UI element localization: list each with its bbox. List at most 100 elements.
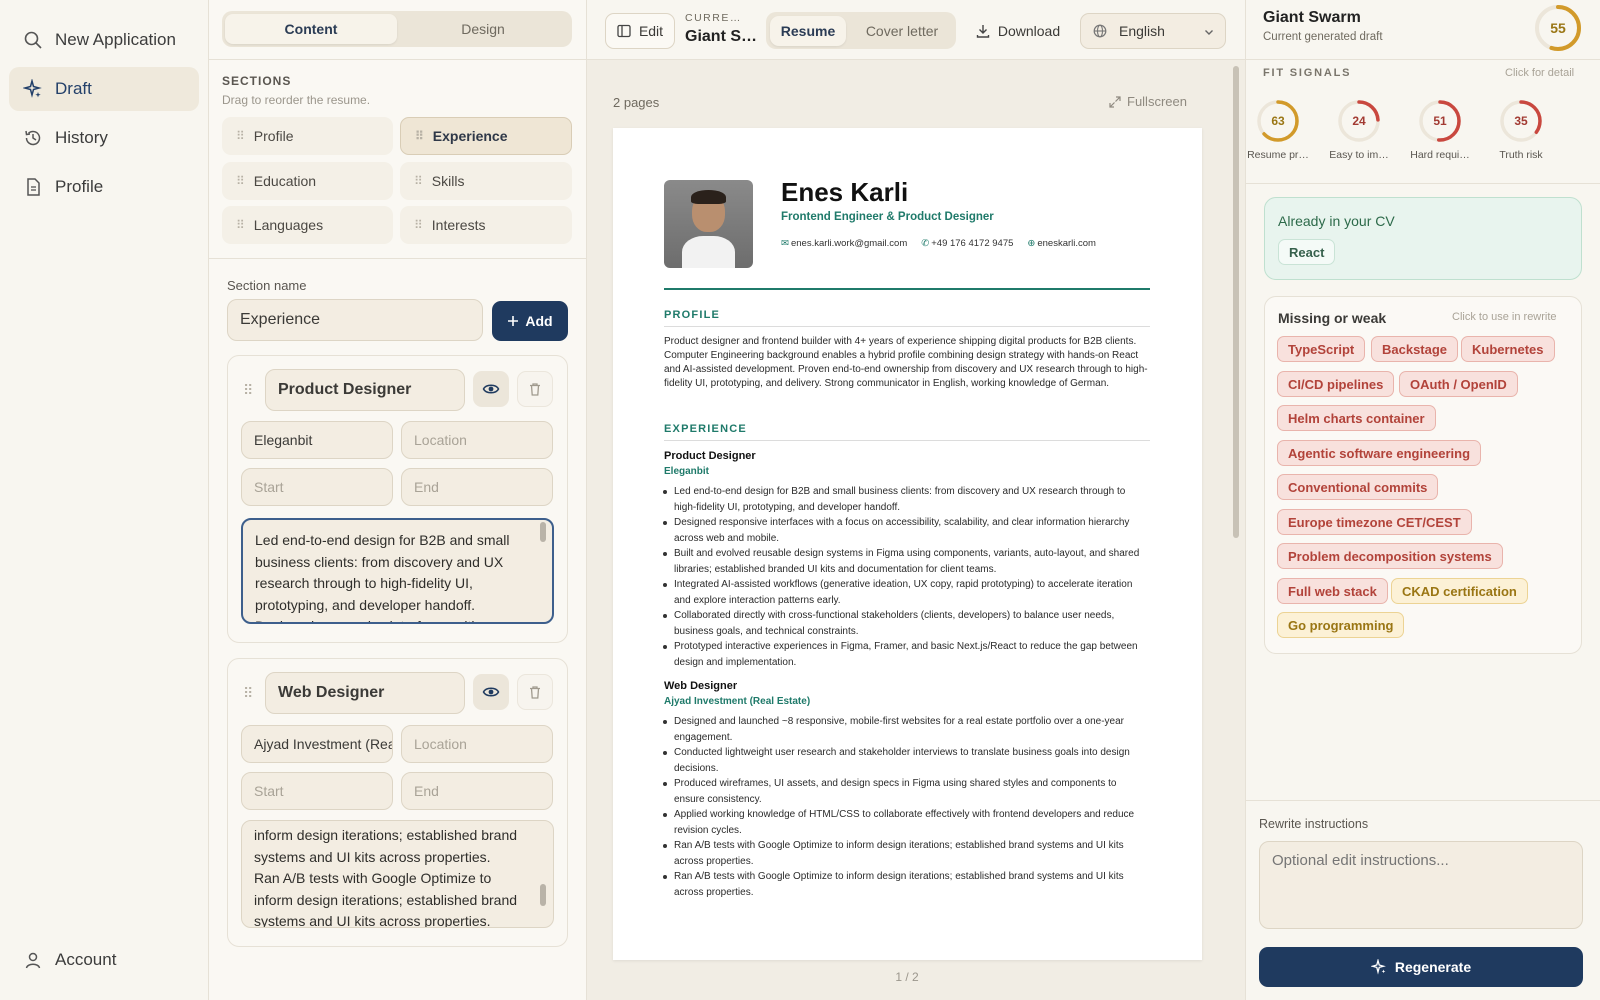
resume-bullet: Prototyped interactive experiences in Fi…	[662, 639, 1140, 670]
end-date-input[interactable]: End	[401, 468, 553, 506]
sidebar-item-account[interactable]: Account	[9, 938, 199, 982]
skill-tag-react[interactable]: React	[1278, 239, 1336, 265]
regenerate-button[interactable]: Regenerate	[1259, 947, 1583, 987]
phone-icon: ✆	[921, 238, 930, 249]
missing-skill-tag[interactable]: Problem decomposition systems	[1277, 543, 1503, 569]
weak-skill-tag[interactable]: Go programming	[1277, 612, 1405, 638]
tab-content[interactable]: Content	[225, 14, 397, 44]
sidebar-item-draft[interactable]: Draft	[9, 67, 199, 111]
missing-skill-tag[interactable]: Kubernetes	[1461, 336, 1555, 362]
sidebar-item-new-application[interactable]: New Application	[9, 18, 199, 62]
visibility-toggle[interactable]	[473, 674, 509, 710]
company-input[interactable]: Eleganbit	[241, 421, 393, 459]
missing-skill-tag[interactable]: CI/CD pipelines	[1277, 371, 1395, 397]
delete-entry-button[interactable]	[517, 371, 553, 407]
add-entry-label: Add	[525, 313, 553, 329]
profile-photo	[664, 180, 753, 268]
edit-button[interactable]: Edit	[605, 13, 675, 49]
fit-signal-value: 24	[1352, 114, 1366, 128]
missing-skill-tag[interactable]: Agentic software engineering	[1277, 440, 1482, 466]
location-input[interactable]: Location	[401, 725, 553, 763]
missing-skill-tag[interactable]: OAuth / OpenID	[1399, 371, 1518, 397]
drag-handle-icon[interactable]: ⠿	[414, 218, 423, 232]
fit-signal-ring[interactable]: 51	[1417, 98, 1463, 144]
section-chip-languages[interactable]: ⠿ Languages	[222, 206, 393, 244]
tab-cover-letter[interactable]: Cover letter	[852, 16, 952, 46]
resume-job-role: Product Designer	[664, 450, 756, 462]
start-date-input[interactable]: Start	[241, 772, 393, 810]
chevron-down-icon	[1205, 30, 1213, 35]
tab-resume[interactable]: Resume	[770, 16, 846, 46]
globe-icon	[1093, 24, 1107, 38]
overall-score-ring[interactable]: 55	[1533, 3, 1583, 53]
description-textarea[interactable]: inform design iterations; established br…	[241, 820, 554, 928]
sidebar-item-label: History	[55, 128, 108, 147]
fullscreen-label: Fullscreen	[1127, 94, 1187, 109]
preview-scrollbar[interactable]	[1233, 66, 1239, 538]
download-button[interactable]: Download	[968, 13, 1068, 49]
fit-signal-ring[interactable]: 63	[1255, 98, 1301, 144]
section-chip-label: Education	[253, 173, 317, 189]
fit-signal-label: Truth risk	[1499, 149, 1543, 161]
location-input[interactable]: Location	[401, 421, 553, 459]
regenerate-label: Regenerate	[1394, 959, 1472, 975]
start-date-input[interactable]: Start	[241, 468, 393, 506]
drag-handle-icon[interactable]: ⠿	[415, 129, 424, 143]
missing-skill-tag[interactable]: Helm charts container	[1277, 405, 1436, 431]
section-chip-skills[interactable]: ⠿ Skills	[400, 162, 572, 200]
missing-skill-tag[interactable]: Backstage	[1371, 336, 1459, 362]
language-select[interactable]: English	[1080, 13, 1226, 49]
drag-handle-icon[interactable]: ⠿	[236, 174, 245, 188]
drag-handle-icon[interactable]: ⠿	[243, 382, 253, 399]
section-name-input[interactable]: Experience	[227, 299, 483, 341]
missing-skill-tag[interactable]: Europe timezone CET/CEST	[1277, 509, 1472, 535]
user-icon	[25, 952, 41, 969]
rewrite-instructions-input[interactable]	[1259, 841, 1583, 929]
textarea-scrollbar[interactable]	[540, 522, 546, 542]
section-chip-profile[interactable]: ⠿ Profile	[222, 117, 393, 155]
visibility-toggle[interactable]	[473, 371, 509, 407]
sidebar-item-label: New Application	[55, 30, 176, 49]
description-textarea[interactable]: Led end-to-end design for B2B and small …	[241, 518, 554, 624]
resume-bullet: Ran A/B tests with Google Optimize to in…	[662, 838, 1140, 869]
fit-signal-label: Hard requi…	[1410, 149, 1470, 161]
add-entry-button[interactable]: Add	[492, 301, 568, 341]
fullscreen-button[interactable]: Fullscreen	[1109, 94, 1187, 109]
weak-skill-tag[interactable]: CKAD certification	[1391, 578, 1528, 604]
entry-title-input[interactable]: Product Designer	[265, 369, 465, 411]
drag-handle-icon[interactable]: ⠿	[236, 129, 245, 143]
drag-handle-icon[interactable]: ⠿	[414, 174, 423, 188]
language-value: English	[1119, 23, 1165, 39]
sidebar-item-history[interactable]: History	[9, 116, 199, 160]
panel-icon	[617, 24, 631, 38]
page-count: 2 pages	[613, 95, 660, 110]
section-chip-interests[interactable]: ⠿ Interests	[400, 206, 572, 244]
entry-title-input[interactable]: Web Designer	[265, 672, 465, 714]
globe-icon: ⊕	[1027, 238, 1036, 249]
end-date-input[interactable]: End	[401, 772, 553, 810]
tab-design[interactable]: Design	[397, 14, 569, 44]
fit-signal-ring[interactable]: 35	[1498, 98, 1544, 144]
current-job-value[interactable]: Giant S…	[685, 28, 757, 46]
textarea-scrollbar[interactable]	[540, 884, 546, 906]
resume-title: Frontend Engineer & Product Designer	[781, 211, 994, 223]
history-icon	[25, 130, 41, 146]
section-chip-education[interactable]: ⠿ Education	[222, 162, 393, 200]
company-input[interactable]: Ajyad Investment (Real Estate)	[241, 725, 393, 763]
sidebar-item-label: Account	[55, 950, 117, 969]
section-name-label: Section name	[227, 278, 307, 293]
sidebar-item-profile[interactable]: Profile	[9, 165, 199, 209]
resume-job-company: Eleganbit	[664, 466, 710, 477]
section-chip-experience[interactable]: ⠿ Experience	[400, 117, 572, 155]
delete-entry-button[interactable]	[517, 674, 553, 710]
missing-skill-tag[interactable]: TypeScript	[1277, 336, 1366, 362]
fit-signal-ring[interactable]: 24	[1336, 98, 1382, 144]
missing-skill-tag[interactable]: Conventional commits	[1277, 474, 1439, 500]
fit-signal-label: Resume pr…	[1247, 149, 1309, 161]
resume-bullet: Ran A/B tests with Google Optimize to in…	[662, 869, 1140, 900]
editor-tabs: Content Design	[222, 11, 572, 47]
missing-skill-tag[interactable]: Full web stack	[1277, 578, 1388, 604]
drag-handle-icon[interactable]: ⠿	[243, 685, 253, 702]
drag-handle-icon[interactable]: ⠿	[236, 218, 245, 232]
resume-phone: +49 176 4172 9475	[931, 238, 1014, 249]
